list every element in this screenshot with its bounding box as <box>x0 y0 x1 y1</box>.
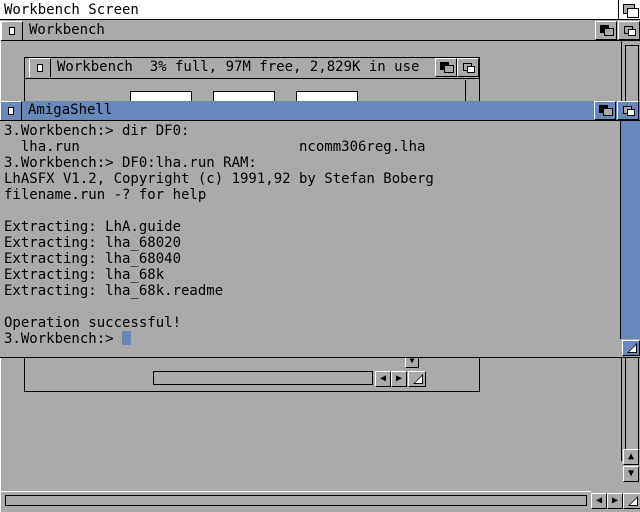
scroll-down-arrow-icon[interactable]: ▼ <box>623 466 639 482</box>
drive-scroll-right-arrow-icon[interactable]: ▶ <box>391 371 407 387</box>
zoom-icon-front <box>603 108 613 116</box>
drive-icon-3[interactable] <box>296 91 358 101</box>
drive-zoom-gadget[interactable] <box>435 58 457 77</box>
drive-horizontal-scrollbar[interactable] <box>153 371 373 385</box>
shell-right-border <box>620 121 640 339</box>
workbench-zoom-gadget[interactable] <box>595 21 617 40</box>
shell-output-line: 3.Workbench:> dir DF0: <box>4 123 190 139</box>
shell-output-line: Extracting: lha_68k.readme <box>4 283 224 299</box>
scroll-up-arrow-icon[interactable]: ▲ <box>623 449 639 465</box>
drive-size-gadget[interactable] <box>408 371 426 387</box>
workbench-title: Workbench <box>29 22 105 38</box>
text-cursor <box>122 331 132 345</box>
drive-title-bar[interactable]: Workbench 3% full, 97M free, 2,829K in u… <box>25 58 479 79</box>
shell-output-line: Extracting: LhA.guide <box>4 219 182 235</box>
shell-title-bar[interactable]: AmigaShell <box>0 101 640 121</box>
drive-depth-gadget[interactable] <box>457 58 479 77</box>
screen-title-bar: Workbench Screen <box>0 0 640 20</box>
shell-prompt-line[interactable]: 3.Workbench:> <box>4 331 618 347</box>
shell-output-line: Extracting: lha_68k <box>4 267 165 283</box>
close-icon <box>8 107 14 115</box>
shell-close-gadget[interactable] <box>0 101 22 120</box>
shell-output-line: lha.run ncomm306reg.lha <box>4 139 426 155</box>
shell-title: AmigaShell <box>28 102 113 118</box>
close-icon <box>9 27 15 35</box>
workbench-size-gadget[interactable] <box>623 493 640 509</box>
shell-depth-gadget[interactable] <box>617 101 639 120</box>
shell-prompt: 3.Workbench:> <box>4 331 123 347</box>
drive-icon-1[interactable] <box>130 91 192 101</box>
scroll-right-arrow-icon[interactable]: ▶ <box>607 493 623 509</box>
drive-scroll-left-arrow-icon[interactable]: ◀ <box>375 371 391 387</box>
depth-icon-front <box>628 29 636 36</box>
close-icon <box>37 64 43 72</box>
workbench-close-gadget[interactable] <box>1 21 23 40</box>
shell-output[interactable]: 3.Workbench:> dir DF0: lha.run ncomm306r… <box>4 123 618 355</box>
shell-output-line: Operation successful! <box>4 315 182 331</box>
workbench-title-bar[interactable]: Workbench <box>1 21 640 41</box>
depth-icon-front <box>627 109 635 116</box>
workbench-depth-gadget[interactable] <box>618 21 640 40</box>
depth-icon-front <box>627 8 639 18</box>
zoom-icon-front <box>444 65 454 73</box>
shell-output-line <box>4 203 618 219</box>
screen-title: Workbench Screen <box>4 2 139 18</box>
shell-output-line: Extracting: lha_68040 <box>4 251 182 267</box>
shell-output-line <box>4 299 618 315</box>
shell-output-line: Extracting: lha_68020 <box>4 235 182 251</box>
shell-output-line: 3.Workbench:> DF0:lha.run RAM: <box>4 155 257 171</box>
shell-output-line: filename.run -? for help <box>4 187 207 203</box>
shell-zoom-gadget[interactable] <box>594 101 616 120</box>
scroll-left-arrow-icon[interactable]: ◀ <box>591 493 607 509</box>
shell-output-line: LhASFX V1.2, Copyright (c) 1991,92 by St… <box>4 171 434 187</box>
depth-icon-front <box>467 66 475 73</box>
drive-title: Workbench 3% full, 97M free, 2,829K in u… <box>57 59 420 75</box>
shell-window: AmigaShell 3.Workbench:> dir DF0: lha.ru… <box>0 101 640 358</box>
drive-icon-2[interactable] <box>213 91 275 101</box>
workbench-horizontal-scroll-knob[interactable] <box>5 495 587 506</box>
shell-size-gadget[interactable] <box>622 340 640 356</box>
zoom-icon-front <box>604 28 614 36</box>
shell-output-lines: 3.Workbench:> dir DF0: lha.run ncomm306r… <box>4 123 618 331</box>
screen-depth-gadget[interactable] <box>618 0 640 20</box>
drive-close-gadget[interactable] <box>29 58 51 77</box>
workbench-horizontal-scrollbar[interactable] <box>1 491 591 509</box>
